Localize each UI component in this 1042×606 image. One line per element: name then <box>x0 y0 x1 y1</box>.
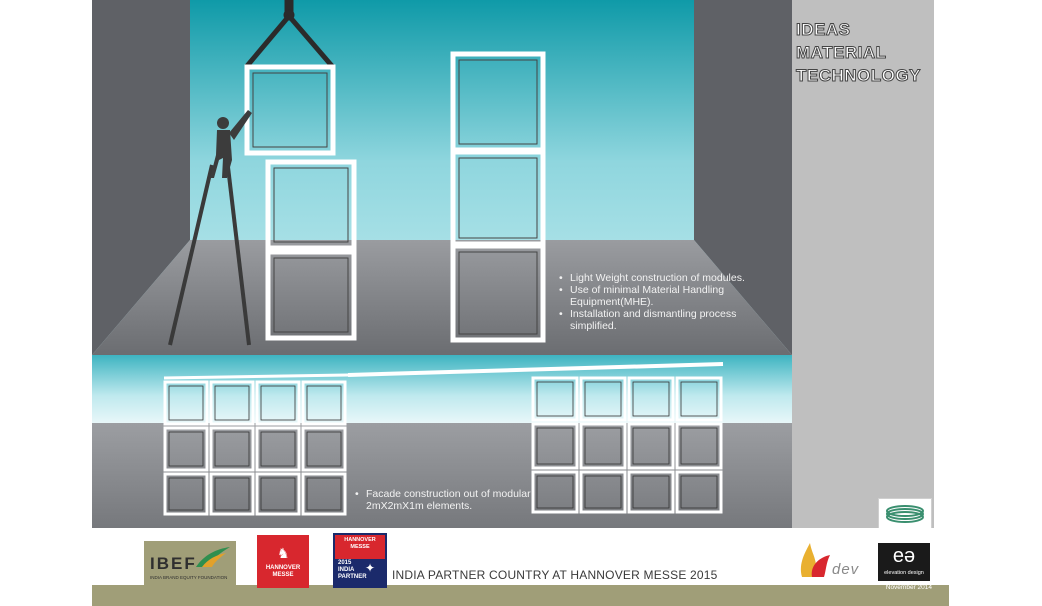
bullet-installation: Installation and dismantling process sim… <box>559 308 759 332</box>
illustration-panel <box>92 0 792 528</box>
india-partner-logo: HANNOVER MESSE 2015 INDIA PARTNER ✦ <box>333 533 387 588</box>
hannover-line1: HANNOVER <box>265 565 301 571</box>
title-line-technology: TECHNOLOGY <box>796 66 921 86</box>
dev-flame-icon <box>800 543 830 577</box>
partner-line4: PARTNER <box>338 574 367 580</box>
elevation-design-logo: eə elevation design <box>878 543 930 581</box>
partner-year: 2015 <box>338 560 352 566</box>
title-line-material: MATERIAL <box>796 43 887 63</box>
bird-icon <box>196 547 230 567</box>
partner-line2: MESSE <box>350 544 370 550</box>
slide: Light Weight construction of modules. Us… <box>92 0 949 606</box>
title-line-ideas: IDEAS <box>796 20 851 40</box>
partner-line3: INDIA <box>338 567 355 573</box>
dev-logo: DEV <box>798 541 868 583</box>
elevation-mark: eə <box>892 545 916 567</box>
partner-lion-icon: ✦ <box>365 561 376 575</box>
lower-bullets: Facade construction out of modular 2mX2m… <box>355 488 540 512</box>
upper-bullets: Light Weight construction of modules. Us… <box>559 272 759 332</box>
bullet-minimal-mhe: Use of minimal Material Handling Equipme… <box>559 284 759 308</box>
hannover-horse-icon: ♞ <box>277 545 290 561</box>
bullet-light-weight: Light Weight construction of modules. <box>559 272 759 284</box>
date-label: November 2014 <box>885 584 932 591</box>
elevation-name: elevation design <box>884 570 924 576</box>
hannover-line2: MESSE <box>272 572 294 578</box>
dev-name: DEV <box>832 561 860 578</box>
matrika-icon <box>886 505 924 523</box>
slide-title: IDEAS MATERIAL TECHNOLOGY <box>796 18 921 87</box>
footer-caption: INDIA PARTNER COUNTRY AT HANNOVER MESSE … <box>392 568 718 582</box>
ibef-logo: IBEF INDIA BRAND EQUITY FOUNDATION <box>144 541 236 587</box>
title-sidebar: IDEAS MATERIAL TECHNOLOGY matrika <box>792 0 934 537</box>
bullet-facade: Facade construction out of modular 2mX2m… <box>355 488 540 512</box>
ibef-name: IBEF <box>150 554 197 573</box>
ibef-tagline: INDIA BRAND EQUITY FOUNDATION <box>150 575 228 580</box>
footer-strip <box>92 585 949 606</box>
partner-line1: HANNOVER <box>344 537 376 543</box>
hannover-messe-logo: ♞ HANNOVER MESSE <box>257 535 309 588</box>
